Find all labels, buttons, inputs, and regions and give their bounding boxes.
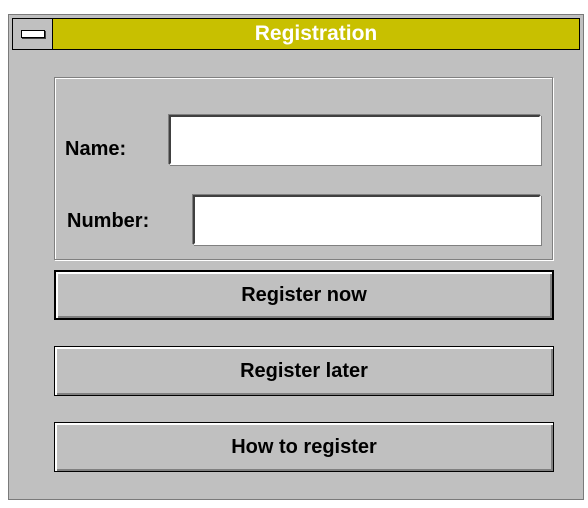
system-menu-icon: [20, 30, 45, 38]
registration-fields-group: Name: Number:: [54, 77, 554, 261]
number-label: Number:: [67, 210, 150, 232]
registration-window: Registration Name: Number: Register now …: [8, 14, 584, 500]
title-bar[interactable]: Registration: [12, 18, 580, 50]
name-input[interactable]: [169, 115, 541, 165]
window-title: Registration: [53, 19, 579, 49]
name-label: Name:: [65, 138, 127, 160]
register-now-button[interactable]: Register now: [54, 270, 554, 320]
register-later-button[interactable]: Register later: [54, 346, 554, 396]
how-to-register-button[interactable]: How to register: [54, 422, 554, 472]
system-menu-button[interactable]: [13, 19, 53, 49]
number-input[interactable]: [193, 195, 541, 245]
